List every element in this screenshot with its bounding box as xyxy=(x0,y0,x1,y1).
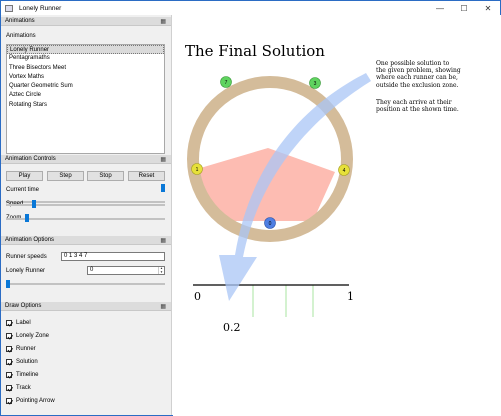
checkbox-label: Label xyxy=(16,319,31,326)
runner-label: 3 xyxy=(314,81,317,87)
step-button[interactable]: Step xyxy=(47,171,84,181)
runner-label: 0 xyxy=(269,221,272,227)
checkbox-checked-icon[interactable] xyxy=(6,397,12,404)
label-checkbox[interactable]: Label xyxy=(6,318,31,327)
timeline-checkbox[interactable]: Timeline xyxy=(6,370,38,379)
controls-header-label: Animation Controls xyxy=(5,156,56,162)
current-time-slider-track[interactable] xyxy=(6,201,165,203)
checkbox-label: Solution xyxy=(16,358,38,365)
lonely-runner-slider-handle[interactable] xyxy=(6,280,10,288)
checkbox-checked-icon[interactable] xyxy=(6,345,12,352)
current-time-label: Current time xyxy=(6,187,40,193)
undock-icon[interactable]: ▦ xyxy=(160,303,166,310)
spin-arrows-icon[interactable]: ▲ ▼ xyxy=(158,266,164,274)
checkbox-checked-icon[interactable] xyxy=(6,384,12,391)
track-checkbox[interactable]: Track xyxy=(6,383,31,392)
runner-label: 4 xyxy=(343,168,346,174)
checkbox-checked-icon[interactable] xyxy=(6,371,12,378)
checkbox-checked-icon[interactable] xyxy=(6,332,12,339)
options-section-header[interactable]: Animation Options ▦ xyxy=(1,236,171,245)
checkbox-label: Track xyxy=(16,384,31,391)
runner-diagram: 7 3 1 4 0 0 1 0.2 xyxy=(187,73,371,334)
checkbox-label: Runner xyxy=(16,345,36,352)
list-item[interactable]: Rotating Stars xyxy=(7,101,164,110)
reset-button[interactable]: Reset xyxy=(128,171,165,181)
undock-icon[interactable]: ▦ xyxy=(160,156,166,163)
zoom-slider-track[interactable] xyxy=(6,218,165,220)
timeline-marker-label: 0.2 xyxy=(223,321,241,334)
checkbox-checked-icon[interactable] xyxy=(6,319,12,326)
animations-list-label: Animations xyxy=(6,33,36,39)
play-button[interactable]: Play xyxy=(6,171,43,181)
runner-checkbox[interactable]: Runner xyxy=(6,344,36,353)
runner-speeds-label: Runner speeds xyxy=(6,254,47,260)
list-item[interactable]: Three Bisectors Meet xyxy=(7,64,164,73)
title-bar: Lonely Runner — ☐ ✕ xyxy=(1,1,500,15)
checkbox-label: Pointing Arrow xyxy=(16,397,55,404)
list-item[interactable]: Pentagramaths xyxy=(7,54,164,63)
list-item[interactable]: Vortex Maths xyxy=(7,73,164,82)
control-panel: Animations ▦ Animations Lonely Runner Pe… xyxy=(1,15,172,415)
maximize-button[interactable]: ☐ xyxy=(452,1,476,15)
undock-icon[interactable]: ▦ xyxy=(160,237,166,244)
list-item[interactable]: Quarter Geometric Sum xyxy=(7,82,164,91)
current-time-slider-handle[interactable] xyxy=(161,184,165,192)
animation-canvas[interactable]: The Final Solution One possible solution… xyxy=(173,15,501,416)
runner-label: 7 xyxy=(225,80,228,86)
lonely-runner-label: Lonely Runner xyxy=(6,268,46,274)
timeline-start-label: 0 xyxy=(194,290,201,303)
minimize-button[interactable]: — xyxy=(428,1,452,15)
draw-section-header[interactable]: Draw Options ▦ xyxy=(1,302,171,311)
speed-slider-handle[interactable] xyxy=(32,200,37,208)
lonely-runner-spinbox[interactable]: 0 ▲ ▼ xyxy=(87,266,165,275)
zoom-slider-handle[interactable] xyxy=(25,214,29,222)
options-header-label: Animation Options xyxy=(5,237,55,243)
lonely-zone-checkbox[interactable]: Lonely Zone xyxy=(6,331,49,340)
stop-button[interactable]: Stop xyxy=(87,171,124,181)
animations-header-label: Animations xyxy=(5,18,35,24)
runner-speeds-input[interactable]: 0 1 3 4 7 xyxy=(61,252,165,261)
checkbox-label: Lonely Zone xyxy=(16,332,50,339)
app-icon xyxy=(5,4,13,12)
speed-slider-track[interactable] xyxy=(6,204,165,206)
window-title: Lonely Runner xyxy=(19,4,62,12)
controls-section-header[interactable]: Animation Controls ▦ xyxy=(1,155,171,164)
list-item[interactable]: Aztec Circle xyxy=(7,91,164,100)
list-item[interactable]: Lonely Runner xyxy=(7,45,164,55)
draw-header-label: Draw Options xyxy=(5,303,42,309)
undock-icon[interactable]: ▦ xyxy=(160,18,166,25)
animations-section-header[interactable]: Animations ▦ xyxy=(1,17,171,26)
pointing-arrow-checkbox[interactable]: Pointing Arrow xyxy=(6,396,55,405)
close-button[interactable]: ✕ xyxy=(476,1,500,15)
checkbox-checked-icon[interactable] xyxy=(6,358,12,365)
animations-list[interactable]: Lonely Runner Pentagramaths Three Bisect… xyxy=(6,44,165,154)
solution-checkbox[interactable]: Solution xyxy=(6,357,38,366)
lonely-runner-value: 0 xyxy=(90,267,94,273)
runner-label: 1 xyxy=(196,167,199,173)
app-window: Lonely Runner — ☐ ✕ Animations ▦ Animati… xyxy=(0,0,501,416)
checkbox-label: Timeline xyxy=(16,371,39,378)
lonely-runner-slider-track[interactable] xyxy=(6,283,165,285)
timeline-end-label: 1 xyxy=(347,290,354,303)
